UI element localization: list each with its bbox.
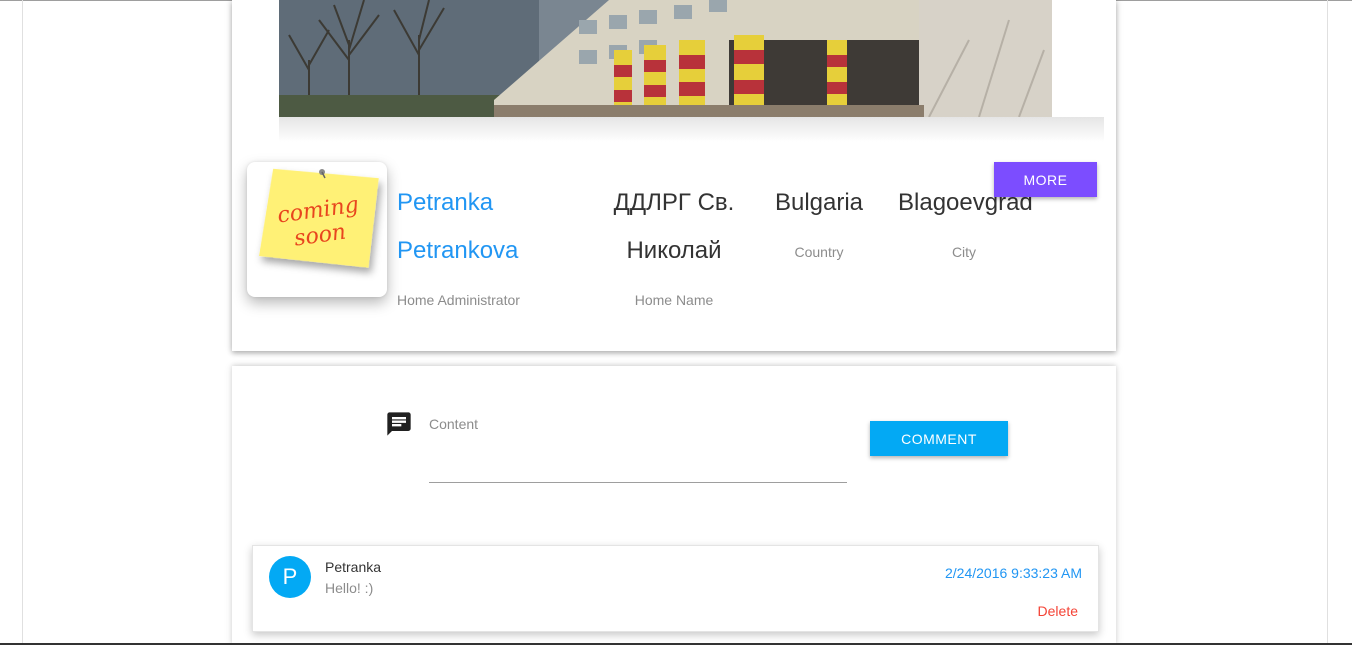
chat-icon bbox=[387, 412, 411, 436]
comment-text: Hello! :) bbox=[325, 580, 374, 596]
delete-comment-link[interactable]: Delete bbox=[1038, 603, 1078, 619]
comment-author: Petranka bbox=[325, 559, 382, 575]
home-name-line1: ДДЛРГ Св. bbox=[613, 189, 735, 216]
banner-fade bbox=[279, 117, 1104, 142]
country-caption: Country bbox=[794, 244, 844, 260]
content-label: Content bbox=[429, 416, 479, 432]
home-name-line2: Николай bbox=[626, 237, 722, 264]
home-name-caption: Home Name bbox=[634, 292, 714, 308]
comment-item: P Petranka Hello! :) 2/24/2016 9:33:23 A… bbox=[252, 545, 1099, 632]
comment-button[interactable]: COMMENT bbox=[870, 421, 1008, 456]
country-value: Bulgaria bbox=[774, 189, 864, 216]
comments-card: Content COMMENT P Petranka Hello! :) 2/2… bbox=[232, 366, 1116, 645]
admin-last-name[interactable]: Petrankova bbox=[397, 237, 518, 265]
city-caption: City bbox=[951, 244, 977, 260]
home-banner-photo bbox=[279, 0, 1052, 117]
page-left-edge bbox=[22, 0, 23, 645]
content-input[interactable] bbox=[429, 436, 847, 483]
coming-soon-sticky-note-image: coming soon bbox=[259, 168, 379, 268]
admin-first-name[interactable]: Petranka bbox=[397, 189, 493, 217]
building-photo-image bbox=[279, 0, 1052, 117]
home-avatar: coming soon bbox=[247, 162, 387, 297]
comment-date: 2/24/2016 9:33:23 AM bbox=[945, 565, 1082, 581]
avatar: P bbox=[269, 556, 311, 598]
admin-caption: Home Administrator bbox=[397, 292, 520, 308]
profile-card: coming soon Petranka Petrankova Home Adm… bbox=[232, 0, 1116, 351]
page-right-edge bbox=[1327, 0, 1328, 645]
more-button[interactable]: MORE bbox=[994, 162, 1097, 197]
